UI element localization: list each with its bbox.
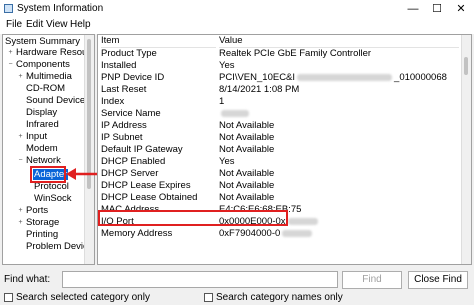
list-item[interactable]: DHCP Lease Expires [101, 180, 191, 192]
expand-icon[interactable]: + [17, 205, 24, 216]
value-text: Not Available [219, 132, 275, 143]
value-text: Not Available [219, 180, 275, 191]
list-item-value: 0xF7904000-0 [219, 228, 313, 240]
list-item[interactable]: DHCP Enabled [101, 156, 165, 168]
expand-icon[interactable]: + [7, 47, 14, 58]
list-item-value: Not Available [219, 132, 274, 144]
list-item-value: Not Available [219, 120, 274, 132]
list-item[interactable]: Memory Address [101, 228, 172, 240]
value-text: 1 [219, 96, 225, 107]
search-names-label: Search category names only [216, 292, 343, 303]
value-text: Not Available [219, 144, 275, 155]
search-selected-checkbox[interactable] [4, 293, 13, 302]
collapse-icon[interactable]: − [7, 59, 14, 70]
redacted-text [287, 217, 318, 225]
list-item-value: Yes [219, 60, 235, 72]
tree-item-storage[interactable]: Storage [26, 217, 59, 228]
close-window-button[interactable]: ✕ [448, 0, 474, 18]
mac-address-highlight-box [98, 210, 288, 226]
tree-item-winsock[interactable]: WinSock [34, 193, 71, 204]
redacted-text [221, 109, 249, 117]
value-text: 0xF7904000-0 [219, 228, 281, 239]
tree-item-infrared[interactable]: Infrared [26, 119, 59, 130]
details-list[interactable]: Item Value Product Type Realtek PCIe GbE … [97, 34, 472, 265]
tree-item-display[interactable]: Display [26, 107, 57, 118]
list-item-value: 1 [219, 96, 224, 108]
expand-icon[interactable]: + [17, 71, 24, 82]
list-item-value: PCI\VEN_10EC&I _010000068 [219, 72, 447, 84]
expand-icon[interactable]: + [17, 131, 24, 142]
menu-bar: File Edit View Help [0, 18, 474, 34]
collapse-icon[interactable]: − [17, 155, 24, 166]
menu-edit[interactable]: Edit [26, 19, 43, 30]
list-item-value: 8/14/2021 1:08 PM [219, 84, 299, 96]
tree-item-network[interactable]: Network [26, 155, 61, 166]
find-button[interactable]: Find [342, 271, 402, 289]
list-item-value: Not Available [219, 168, 274, 180]
tree-item-modem[interactable]: Modem [26, 143, 58, 154]
column-header-item[interactable]: Item [101, 35, 216, 48]
tree-item-printing[interactable]: Printing [26, 229, 58, 240]
tree-item-system-summary[interactable]: System Summary [5, 36, 80, 47]
list-item-value: Realtek PCIe GbE Family Controller [219, 48, 371, 60]
title-bar: System Information — ☐ ✕ [0, 0, 474, 18]
tree-item-ports[interactable]: Ports [26, 205, 48, 216]
tree-item-multimedia[interactable]: Multimedia [26, 71, 72, 82]
tree-item-components[interactable]: Components [16, 59, 70, 70]
window-title: System Information [17, 3, 104, 14]
menu-view[interactable]: View [46, 19, 68, 30]
expand-icon[interactable]: + [17, 217, 24, 228]
system-information-icon [4, 4, 13, 13]
value-text: Yes [219, 60, 235, 71]
search-names-checkbox[interactable] [204, 293, 213, 302]
list-item[interactable]: IP Address [101, 120, 147, 132]
list-item[interactable]: IP Subnet [101, 132, 143, 144]
list-item-value [219, 108, 249, 120]
list-item-value: Not Available [219, 144, 274, 156]
redacted-text [297, 73, 393, 81]
value-text: 8/14/2021 1:08 PM [219, 84, 300, 95]
tree-item-cd-rom[interactable]: CD-ROM [26, 83, 65, 94]
list-item[interactable]: DHCP Server [101, 168, 158, 180]
tree-item-sound-device[interactable]: Sound Device [26, 95, 85, 106]
maximize-button[interactable]: ☐ [424, 0, 450, 18]
redacted-text [282, 229, 313, 237]
list-item-value: Yes [219, 156, 235, 168]
search-selected-label: Search selected category only [16, 292, 150, 303]
list-scroll-thumb[interactable] [464, 57, 468, 75]
value-text-suffix: _010000068 [394, 72, 447, 83]
value-text: Realtek PCIe GbE Family Controller [219, 48, 372, 59]
menu-help[interactable]: Help [70, 19, 91, 30]
find-input[interactable] [62, 271, 338, 288]
list-item[interactable]: DHCP Lease Obtained [101, 192, 197, 204]
list-item[interactable]: Default IP Gateway [101, 144, 183, 156]
category-tree[interactable]: System Summary + Hardware Resource − Com… [2, 34, 95, 265]
list-item[interactable]: Installed [101, 60, 136, 72]
value-text: Not Available [219, 120, 275, 131]
column-header-value[interactable]: Value [219, 35, 459, 48]
minimize-button[interactable]: — [400, 0, 426, 18]
tree-item-input[interactable]: Input [26, 131, 47, 142]
tree-scrollbar[interactable] [84, 35, 94, 264]
value-text: Not Available [219, 192, 275, 203]
find-label: Find what: [4, 274, 51, 285]
value-text: Yes [219, 156, 235, 167]
list-item[interactable]: Product Type [101, 48, 157, 60]
value-text: PCI\VEN_10EC&I [219, 72, 296, 83]
menu-file[interactable]: File [6, 19, 22, 30]
value-text: Not Available [219, 168, 275, 179]
list-item[interactable]: Last Reset [101, 84, 146, 96]
list-item[interactable]: Index [101, 96, 124, 108]
list-scrollbar[interactable] [461, 35, 471, 264]
find-bar: Find what: Find Close Find Search select… [0, 266, 474, 305]
list-item-value: Not Available [219, 192, 274, 204]
close-find-button[interactable]: Close Find [408, 271, 468, 289]
list-item[interactable]: PNP Device ID [101, 72, 164, 84]
adapter-highlight-box [30, 166, 66, 183]
list-item[interactable]: Service Name [101, 108, 161, 120]
list-item-value: Not Available [219, 180, 274, 192]
